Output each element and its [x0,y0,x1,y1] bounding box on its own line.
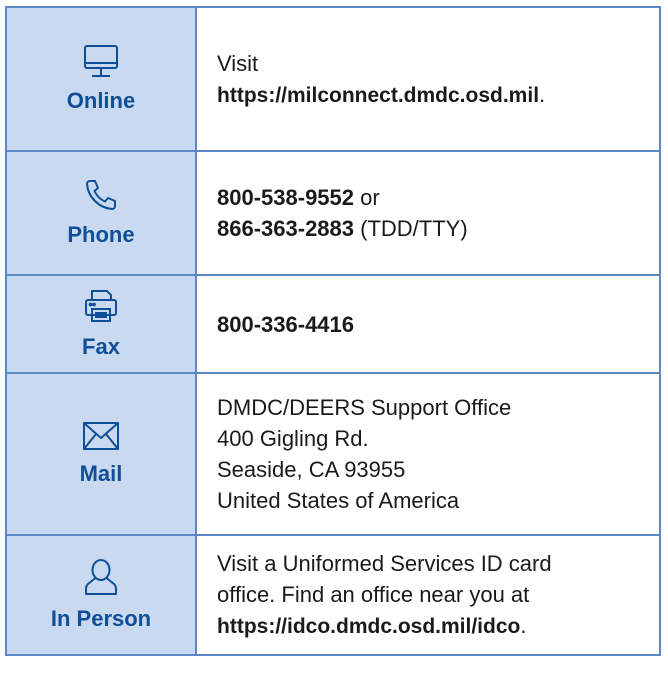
row-in-person: In Person Visit a Uniformed Services ID … [7,536,659,654]
online-content: Visit https://milconnect.dmdc.osd.mil. [197,8,659,150]
in-person-label: In Person [50,606,152,631]
online-label: Online [66,88,136,113]
online-url-line: https://milconnect.dmdc.osd.mil. [217,79,639,111]
address-line-2: 400 Gigling Rd. [217,426,369,451]
row-mail: Mail DMDC/DEERS Support Office 400 Gigli… [7,374,659,536]
address-line-3: Seaside, CA 93955 [217,457,406,482]
envelope-icon [82,421,120,451]
fax-content: 800-336-4416 [197,276,659,372]
online-label-cell: Online [7,8,197,150]
phone-icon [84,178,118,212]
phone-number-1[interactable]: 800-538-9552 [217,185,354,210]
address-line-1: DMDC/DEERS Support Office [217,395,512,420]
phone-content: 800-538-9552 or 866-363-2883 (TDD/TTY) [197,152,659,274]
row-phone: Phone 800-538-9552 or 866-363-2883 (TDD/… [7,152,659,276]
monitor-icon [83,44,119,78]
person-icon [84,558,118,596]
online-url-period: . [539,81,546,107]
contact-methods-table: Online Visit https://milconnect.dmdc.osd… [5,6,661,656]
in-person-content: Visit a Uniformed Services ID card offic… [197,536,659,654]
mail-content: DMDC/DEERS Support Office 400 Gigling Rd… [197,374,659,534]
address-line-4: United States of America [217,488,460,513]
in-person-url-period: . [520,613,527,638]
phone-line-1: 800-538-9552 or [217,182,639,213]
phone-line-2: 866-363-2883 (TDD/TTY) [217,213,639,244]
in-person-url-line: https://idco.dmdc.osd.mil/idco. [217,610,639,642]
online-visit-text: Visit [217,50,259,76]
mail-label-cell: Mail [7,374,197,534]
idco-link[interactable]: https://idco.dmdc.osd.mil/idco [217,615,520,638]
fax-icon [83,288,119,324]
in-person-line-2: office. Find an office near you at [217,582,530,607]
mail-label: Mail [79,461,123,486]
fax-label: Fax [82,334,120,359]
in-person-label-cell: In Person [7,536,197,654]
fax-label-cell: Fax [7,276,197,372]
phone-label: Phone [67,222,135,247]
phone-label-cell: Phone [7,152,197,274]
row-fax: Fax 800-336-4416 [7,276,659,374]
phone-number-2[interactable]: 866-363-2883 [217,216,354,241]
phone-connector: or [354,185,380,210]
tdd-tty-note: (TDD/TTY) [354,216,468,241]
milconnect-link[interactable]: https://milconnect.dmdc.osd.mil [217,84,539,107]
fax-number[interactable]: 800-336-4416 [217,309,639,340]
row-online: Online Visit https://milconnect.dmdc.osd… [7,8,659,152]
in-person-line-1: Visit a Uniformed Services ID card [217,551,552,576]
